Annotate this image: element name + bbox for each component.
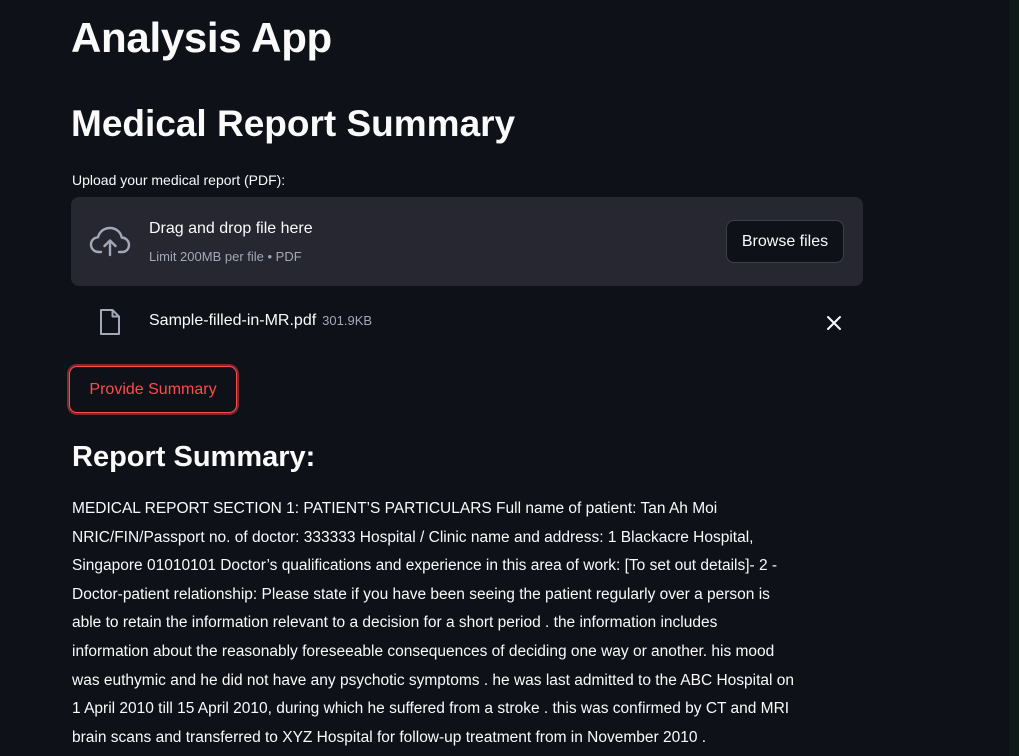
report-line: information about the reasonably foresee… xyxy=(72,642,775,660)
close-icon[interactable] xyxy=(823,312,845,334)
dropzone-limit-text: Limit 200MB per file • PDF xyxy=(149,249,302,264)
dropzone-title: Drag and drop file here xyxy=(149,220,313,237)
window-edge xyxy=(1009,0,1019,756)
cloud-upload-icon xyxy=(89,225,131,259)
report-summary-heading: Report Summary: xyxy=(72,441,316,473)
report-line: MEDICAL REPORT SECTION 1: PATIENT’S PART… xyxy=(72,500,718,517)
provide-summary-button[interactable]: Provide Summary xyxy=(69,366,237,413)
upload-label: Upload your medical report (PDF): xyxy=(72,172,286,188)
report-line: Doctor-patient relationship: Please stat… xyxy=(72,585,770,603)
file-icon xyxy=(98,308,122,336)
app-title: Analysis App xyxy=(71,14,332,61)
report-line: NRIC/FIN/Passport no. of doctor: 333333 … xyxy=(72,528,754,546)
file-size: 301.9KB xyxy=(322,313,373,328)
report-summary-text: MEDICAL REPORT SECTION 1: PATIENT’S PART… xyxy=(72,495,862,752)
file-dropzone[interactable]: Drag and drop file here Limit 200MB per … xyxy=(71,197,863,286)
uploaded-file-item: Sample-filled-in-MR.pdf 301.9KB xyxy=(71,300,863,344)
report-line: was euthymic and he did not have any psy… xyxy=(72,671,794,689)
browse-files-button[interactable]: Browse files xyxy=(726,220,844,263)
report-line: brain scans and transferred to XYZ Hospi… xyxy=(72,728,707,746)
report-line: 1 April 2010 till 15 April 2010, during … xyxy=(72,700,790,718)
report-line: Singapore 01010101 Doctor’s qualificatio… xyxy=(72,557,778,575)
file-name: Sample-filled-in-MR.pdf xyxy=(149,312,317,329)
page-title: Medical Report Summary xyxy=(71,103,516,144)
report-line: able to retain the information relevant … xyxy=(72,614,718,632)
